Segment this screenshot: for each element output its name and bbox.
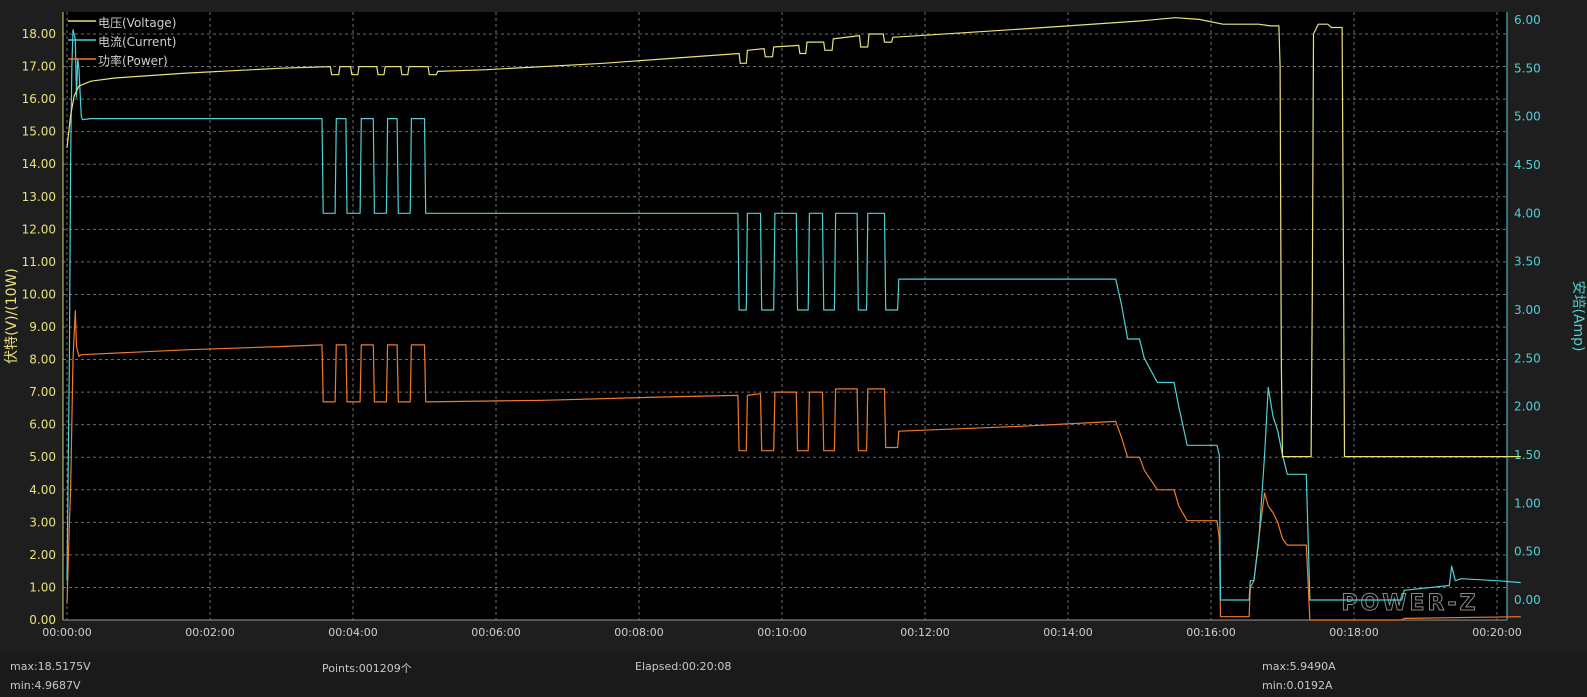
y-right-tick-label: 1.50	[1514, 448, 1541, 462]
points-count: Points:001209个	[322, 662, 412, 675]
legend-entry: 电压(Voltage)	[98, 16, 176, 30]
y-right-tick-label: 5.00	[1514, 110, 1541, 124]
y-left-tick-label: 8.00	[29, 353, 56, 367]
y-right-tick-label: 5.50	[1514, 61, 1541, 75]
y-left-tick-label: 2.00	[29, 548, 56, 562]
y-right-tick-label: 2.00	[1514, 400, 1541, 414]
x-tick-label: 00:10:00	[757, 626, 806, 639]
x-tick-label: 00:20:00	[1472, 626, 1521, 639]
y-right-tick-label: 6.00	[1514, 13, 1541, 27]
watermark-logo: POWER-Z	[1341, 591, 1478, 616]
y-left-tick-label: 11.00	[22, 255, 56, 269]
line-chart: 0.00 1.00 2.00 3.00 4.00 5.00 6.00 7.00 8.00 9.00…	[4, 12, 1586, 639]
current-min: min:0.0192A	[1262, 679, 1333, 692]
y-right-tick-label: 0.50	[1514, 545, 1541, 559]
x-tick-label: 00:04:00	[328, 626, 377, 639]
x-tick-label: 00:06:00	[471, 626, 520, 639]
y-right-tick-label: 3.00	[1514, 303, 1541, 317]
current-max: max:5.9490A	[1262, 660, 1336, 673]
power-z-chart-window: 0.00 1.00 2.00 3.00 4.00 5.00 6.00 7.00 8.00 9.00…	[0, 0, 1587, 697]
x-tick-label: 00:00:00	[42, 626, 91, 639]
x-tick-label: 00:16:00	[1186, 626, 1235, 639]
x-tick-label: 00:14:00	[1043, 626, 1092, 639]
y-left-tick-label: 17.00	[22, 60, 56, 74]
voltage-max: max:18.5175V	[10, 660, 91, 673]
y-right-tick-label: 4.00	[1514, 206, 1541, 220]
y-left-axis-label: 伏特(V)/(10W)	[4, 268, 20, 364]
y-right-axis-label: 安培(Amp)	[1570, 280, 1586, 351]
y-left-tick-label: 0.00	[29, 613, 56, 627]
y-left-tick-label: 1.00	[29, 580, 56, 594]
y-right-tick-label: 1.00	[1514, 496, 1541, 510]
plot-area	[63, 12, 1507, 620]
legend-entry: 功率(Power)	[98, 53, 168, 68]
x-tick-label: 00:18:00	[1329, 626, 1378, 639]
voltage-min: min:4.9687V	[10, 679, 81, 692]
y-left-tick-label: 18.00	[22, 27, 56, 41]
y-left-tick-label: 16.00	[22, 92, 56, 106]
y-right-tick-label: 3.50	[1514, 255, 1541, 269]
y-right-tick-label: 0.00	[1514, 593, 1541, 607]
y-left-tick-label: 5.00	[29, 450, 56, 464]
y-left-tick-label: 13.00	[22, 190, 56, 204]
x-tick-label: 00:08:00	[614, 626, 663, 639]
status-bar: max:18.5175V min:4.9687V Points:001209个 …	[0, 652, 1587, 697]
x-tick-label: 00:12:00	[900, 626, 949, 639]
y-left-tick-label: 15.00	[22, 125, 56, 139]
y-right-tick-label: 4.50	[1514, 158, 1541, 172]
x-tick-label: 00:02:00	[185, 626, 234, 639]
legend-entry: 电流(Current)	[98, 35, 176, 49]
y-left-tick-label: 10.00	[22, 287, 56, 301]
elapsed-time: Elapsed:00:20:08	[635, 660, 732, 673]
y-left-tick-label: 3.00	[29, 515, 56, 529]
y-left-tick-label: 14.00	[22, 157, 56, 171]
y-left-tick-label: 9.00	[29, 320, 56, 334]
y-left-tick-label: 4.00	[29, 483, 56, 497]
y-left-tick-label: 12.00	[22, 222, 56, 236]
y-left-tick-label: 6.00	[29, 418, 56, 432]
y-right-tick-label: 2.50	[1514, 351, 1541, 365]
y-left-tick-label: 7.00	[29, 385, 56, 399]
